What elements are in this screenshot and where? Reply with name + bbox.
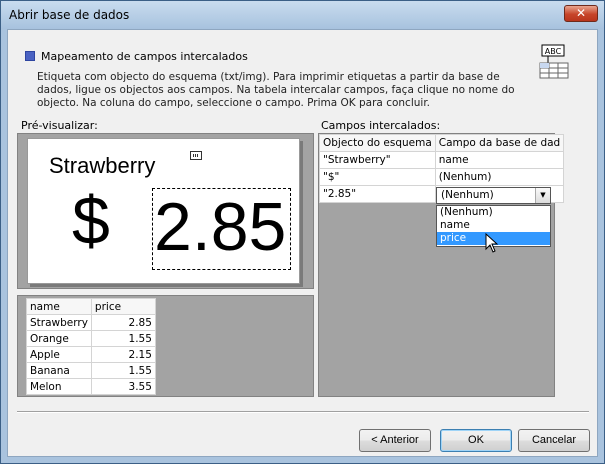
chevron-down-icon[interactable]: ▼ [535,188,550,203]
table-row[interactable]: Melon 3.55 [26,378,156,395]
cell-price: 3.55 [90,378,156,395]
ok-button[interactable]: OK [440,429,512,452]
cell-price: 2.85 [90,314,156,331]
fields-header-row: Objecto do esquema Campo da base de dad [319,134,565,152]
instructions-text: Etiqueta com objecto do esquema (txt/img… [37,71,515,109]
cell-name: Melon [26,378,92,395]
column-header-object[interactable]: Objecto do esquema [319,134,436,152]
column-header-db-field[interactable]: Campo da base de dad [434,134,565,152]
dialog-content: Mapeamento de campos intercalados Etique… [7,29,598,457]
preview-text-object: Strawberry [49,153,156,178]
field-row[interactable]: "$" (Nenhum) [319,168,565,186]
preview-label: Pré-visualizar: [21,119,98,132]
field-object[interactable]: "$" [319,168,436,186]
cell-name: Strawberry [26,314,92,331]
preview-price-text: 2.85 [154,189,287,265]
merge-fields-label: Campos intercalados: [321,119,441,132]
preview-price-object: 2.85 [152,188,291,270]
field-db[interactable]: name [434,151,565,169]
table-row[interactable]: Banana 1.55 [26,362,156,379]
label-preview-card: Strawberry $ 2.85 [27,138,300,284]
window-title: Abrir base de dados [9,8,130,22]
column-header-price[interactable]: price [90,298,156,315]
table-row[interactable]: Apple 2.15 [26,346,156,363]
title-bar[interactable]: Abrir base de dados ✕ [1,1,604,29]
preview-panel: Strawberry $ 2.85 [17,133,314,289]
cell-price: 1.55 [90,362,156,379]
cell-name: Apple [26,346,92,363]
table-row[interactable]: Strawberry 2.85 [26,314,156,331]
cell-name: Banana [26,362,92,379]
mouse-pointer-icon [485,233,499,253]
separator [17,411,589,413]
section-bullet-icon [25,51,35,61]
abc-icon-text: ABC [545,47,562,56]
database-table: name price Strawberry 2.85 Orange 1.55 App… [26,298,156,395]
cancel-button[interactable]: Cancelar [518,429,590,452]
database-preview-panel: name price Strawberry 2.85 Orange 1.55 App… [17,295,314,397]
db-field-dropdown[interactable]: (Nenhum) ▼ [436,187,551,204]
cell-price: 2.15 [90,346,156,363]
section-title-text: Mapeamento de campos intercalados [41,50,248,63]
preview-currency-object: $ [72,183,110,259]
dropdown-option[interactable]: (Nenhum) [437,206,550,219]
barcode-icon [190,151,202,160]
table-row[interactable]: Orange 1.55 [26,330,156,347]
abc-database-icon: ABC [539,44,569,79]
cell-price: 1.55 [90,330,156,347]
field-row[interactable]: "Strawberry" name [319,151,565,169]
merge-fields-panel: Objecto do esquema Campo da base de dad … [318,133,565,397]
dialog-window: Abrir base de dados ✕ Mapeamento de camp… [0,0,605,464]
section-title: Mapeamento de campos intercalados [25,50,248,63]
back-button[interactable]: < Anterior [359,429,431,452]
dropdown-value: (Nenhum) [441,189,494,201]
dropdown-option[interactable]: name [437,219,550,232]
field-object[interactable]: "Strawberry" [319,151,436,169]
close-button[interactable]: ✕ [564,5,598,22]
table-header-row: name price [26,298,156,315]
field-object[interactable]: "2.85" [319,185,436,203]
cell-name: Orange [26,330,92,347]
column-header-name[interactable]: name [26,298,92,315]
field-db[interactable]: (Nenhum) [434,168,565,186]
